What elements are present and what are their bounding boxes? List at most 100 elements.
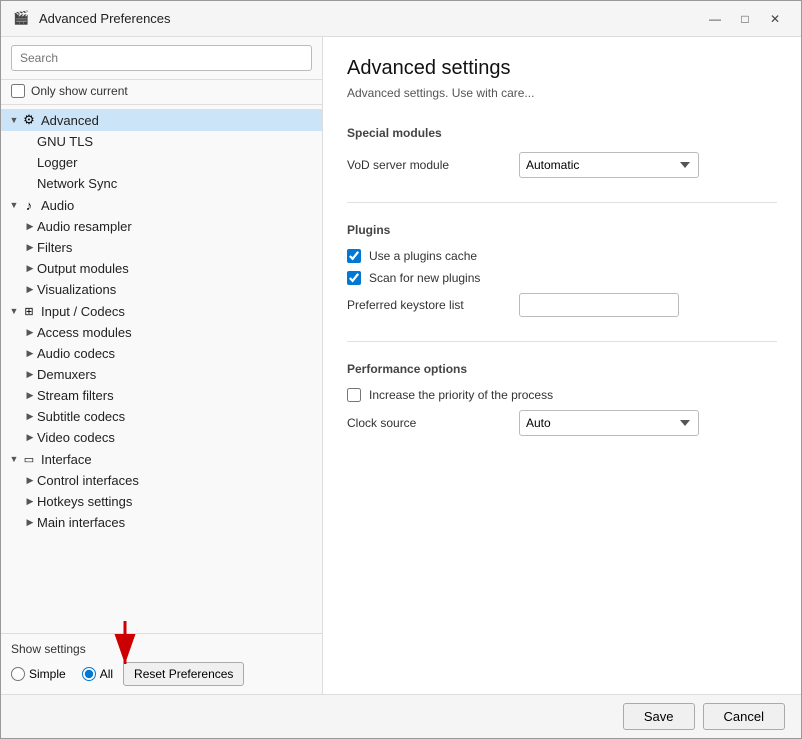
- tree-item-audio-resampler[interactable]: Audio resampler: [1, 216, 322, 237]
- cancel-button[interactable]: Cancel: [703, 703, 785, 730]
- vod-server-select[interactable]: Automatic: [519, 152, 699, 178]
- tree-item-advanced[interactable]: ⚙ Advanced: [1, 109, 322, 131]
- special-modules-label: Special modules: [347, 126, 777, 140]
- tree-item-gnu-tls[interactable]: GNU TLS: [1, 131, 322, 152]
- expand-arrow-output-modules: [23, 262, 37, 276]
- search-input[interactable]: [11, 45, 312, 71]
- expand-arrow-demuxers: [23, 368, 37, 382]
- tree-label-audio-codecs: Audio codecs: [37, 346, 115, 361]
- clock-source-row: Clock source Auto: [347, 410, 777, 436]
- window-controls: — □ ✕: [701, 8, 789, 30]
- tree-label-access-modules: Access modules: [37, 325, 132, 340]
- increase-priority-row: Increase the priority of the process: [347, 388, 777, 402]
- expand-arrow-stream-filters: [23, 389, 37, 403]
- increase-priority-checkbox[interactable]: [347, 388, 361, 402]
- tree-item-video-codecs[interactable]: Video codecs: [1, 427, 322, 448]
- expand-arrow-audio-codecs: [23, 347, 37, 361]
- sidebar: Only show current ⚙ Advanced GNU TLS: [1, 37, 323, 694]
- radio-simple-label[interactable]: Simple: [11, 667, 66, 681]
- tree-item-hotkeys-settings[interactable]: Hotkeys settings: [1, 491, 322, 512]
- content-subtitle: Advanced settings. Use with care...: [347, 86, 777, 100]
- maximize-button[interactable]: □: [731, 8, 759, 30]
- tree-label-network-sync: Network Sync: [37, 176, 117, 191]
- tree-item-input-codecs[interactable]: ⊞ Input / Codecs: [1, 300, 322, 322]
- tree-item-visualizations[interactable]: Visualizations: [1, 279, 322, 300]
- search-bar: [1, 37, 322, 80]
- minimize-button[interactable]: —: [701, 8, 729, 30]
- close-button[interactable]: ✕: [761, 8, 789, 30]
- tree-item-logger[interactable]: Logger: [1, 152, 322, 173]
- expand-arrow-subtitle-codecs: [23, 410, 37, 424]
- only-show-current-row: Only show current: [1, 80, 322, 105]
- tree-label-main-interfaces: Main interfaces: [37, 515, 125, 530]
- radio-all-label[interactable]: All: [82, 667, 113, 681]
- expand-arrow-visualizations: [23, 283, 37, 297]
- tree-item-access-modules[interactable]: Access modules: [1, 322, 322, 343]
- tree-label-demuxers: Demuxers: [37, 367, 96, 382]
- radio-group: Simple All: [11, 667, 113, 681]
- tree-label-advanced: Advanced: [41, 113, 99, 128]
- performance-label: Performance options: [347, 362, 777, 376]
- use-plugins-cache-row: Use a plugins cache: [347, 249, 777, 263]
- expand-arrow-hotkeys-settings: [23, 495, 37, 509]
- content-title: Advanced settings: [347, 57, 777, 80]
- tree-item-control-interfaces[interactable]: Control interfaces: [1, 470, 322, 491]
- vod-server-row: VoD server module Automatic: [347, 152, 777, 178]
- tree-item-interface[interactable]: ▭ Interface: [1, 448, 322, 470]
- divider-2: [347, 341, 777, 342]
- only-show-current-checkbox[interactable]: [11, 84, 25, 98]
- expand-arrow-audio: [7, 198, 21, 212]
- scan-new-plugins-checkbox[interactable]: [347, 271, 361, 285]
- expand-arrow-advanced: [7, 113, 21, 127]
- tree-label-stream-filters: Stream filters: [37, 388, 114, 403]
- tree-icon-input-codecs: ⊞: [21, 303, 37, 319]
- tree-label-video-codecs: Video codecs: [37, 430, 115, 445]
- preferred-keystore-input[interactable]: [519, 293, 679, 317]
- tree-item-subtitle-codecs[interactable]: Subtitle codecs: [1, 406, 322, 427]
- tree-item-output-modules[interactable]: Output modules: [1, 258, 322, 279]
- tree-item-network-sync[interactable]: Network Sync: [1, 173, 322, 194]
- reset-preferences-button[interactable]: Reset Preferences: [123, 662, 244, 686]
- radio-all-text: All: [100, 667, 113, 681]
- save-button[interactable]: Save: [623, 703, 695, 730]
- radio-all[interactable]: [82, 667, 96, 681]
- tree-label-interface: Interface: [41, 452, 92, 467]
- tree-label-logger: Logger: [37, 155, 77, 170]
- tree-label-subtitle-codecs: Subtitle codecs: [37, 409, 125, 424]
- use-plugins-cache-checkbox[interactable]: [347, 249, 361, 263]
- radio-simple[interactable]: [11, 667, 25, 681]
- sidebar-bottom: Show settings Simple All: [1, 633, 322, 694]
- main-area: Only show current ⚙ Advanced GNU TLS: [1, 37, 801, 694]
- clock-source-select[interactable]: Auto: [519, 410, 699, 436]
- window-title: Advanced Preferences: [39, 11, 171, 26]
- tree-item-audio[interactable]: ♪ Audio: [1, 194, 322, 216]
- tree-icon-interface: ▭: [21, 451, 37, 467]
- divider-1: [347, 202, 777, 203]
- vod-server-label: VoD server module: [347, 158, 507, 172]
- tree-label-hotkeys-settings: Hotkeys settings: [37, 494, 132, 509]
- expand-arrow-input-codecs: [7, 304, 21, 318]
- tree-item-stream-filters[interactable]: Stream filters: [1, 385, 322, 406]
- expand-arrow-control-interfaces: [23, 474, 37, 488]
- radio-simple-text: Simple: [29, 667, 66, 681]
- only-show-current-label: Only show current: [31, 84, 128, 98]
- footer: Save Cancel: [1, 694, 801, 738]
- expand-arrow-access-modules: [23, 326, 37, 340]
- tree-icon-advanced: ⚙: [21, 112, 37, 128]
- tree-item-main-interfaces[interactable]: Main interfaces: [1, 512, 322, 533]
- titlebar: 🎬 Advanced Preferences — □ ✕: [1, 1, 801, 37]
- tree-item-audio-codecs[interactable]: Audio codecs: [1, 343, 322, 364]
- content-area: Advanced settings Advanced settings. Use…: [323, 37, 801, 694]
- preferred-keystore-row: Preferred keystore list: [347, 293, 777, 317]
- expand-arrow-interface: [7, 452, 21, 466]
- tree-label-audio-resampler: Audio resampler: [37, 219, 132, 234]
- tree-label-visualizations: Visualizations: [37, 282, 116, 297]
- tree-label-filters: Filters: [37, 240, 72, 255]
- tree-label-gnu-tls: GNU TLS: [37, 134, 93, 149]
- tree-item-demuxers[interactable]: Demuxers: [1, 364, 322, 385]
- increase-priority-label: Increase the priority of the process: [369, 388, 553, 402]
- expand-arrow-filters: [23, 241, 37, 255]
- expand-arrow-main-interfaces: [23, 516, 37, 530]
- show-settings-label: Show settings: [11, 642, 312, 656]
- tree-item-filters[interactable]: Filters: [1, 237, 322, 258]
